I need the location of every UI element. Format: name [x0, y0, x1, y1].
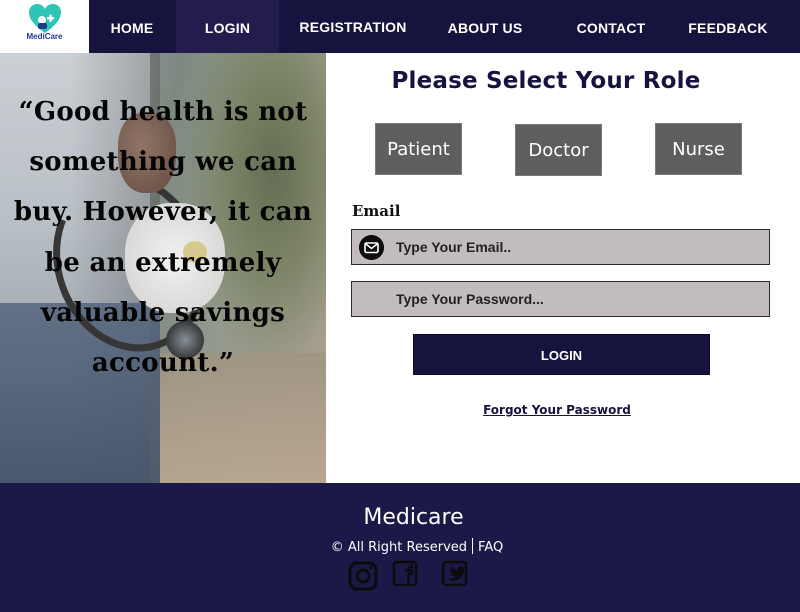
role-doctor-button[interactable]: Doctor [515, 124, 602, 176]
nav-login[interactable]: LOGIN [176, 0, 279, 53]
footer-brand: Medicare [363, 505, 464, 530]
login-button[interactable]: LOGIN [413, 334, 710, 375]
hero-image: “Good health is not something we can buy… [0, 53, 326, 483]
email-label: Email [352, 202, 401, 220]
password-input[interactable] [396, 282, 756, 315]
email-field-container [351, 229, 770, 265]
facebook-icon[interactable] [392, 560, 418, 587]
twitter-icon[interactable] [441, 560, 468, 587]
health-quote: “Good health is not something we can buy… [13, 97, 313, 379]
faq-link[interactable]: FAQ [478, 540, 503, 555]
nav-about-us[interactable]: ABOUT US [436, 0, 534, 53]
heart-logo-icon [29, 4, 61, 33]
forgot-password-link[interactable]: Forgot Your Password [413, 403, 701, 417]
logo-text: MediCare [26, 32, 63, 41]
role-nurse-button[interactable]: Nurse [655, 123, 742, 175]
instagram-icon[interactable] [348, 560, 379, 591]
password-field-container [351, 281, 770, 317]
nav-contact[interactable]: CONTACT [566, 0, 656, 53]
nav-feedback[interactable]: FEEDBACK [680, 0, 776, 53]
footer-divider [472, 538, 474, 554]
role-select-title: Please Select Your Role [391, 68, 701, 94]
nav-registration[interactable]: REGISTRATION [293, 0, 413, 53]
copyright-text: © All Right Reserved [330, 540, 468, 555]
email-input[interactable] [396, 230, 756, 263]
mail-icon [359, 235, 384, 260]
nav-home[interactable]: HOME [89, 0, 175, 53]
role-patient-button[interactable]: Patient [375, 123, 462, 175]
top-navbar: MediCare HOME LOGIN REGISTRATION ABOUT U… [0, 0, 800, 53]
footer: Medicare © All Right Reserved FAQ [0, 483, 800, 612]
footer-copyright: © All Right Reserved FAQ [0, 538, 800, 555]
brand-logo[interactable]: MediCare [0, 0, 89, 53]
